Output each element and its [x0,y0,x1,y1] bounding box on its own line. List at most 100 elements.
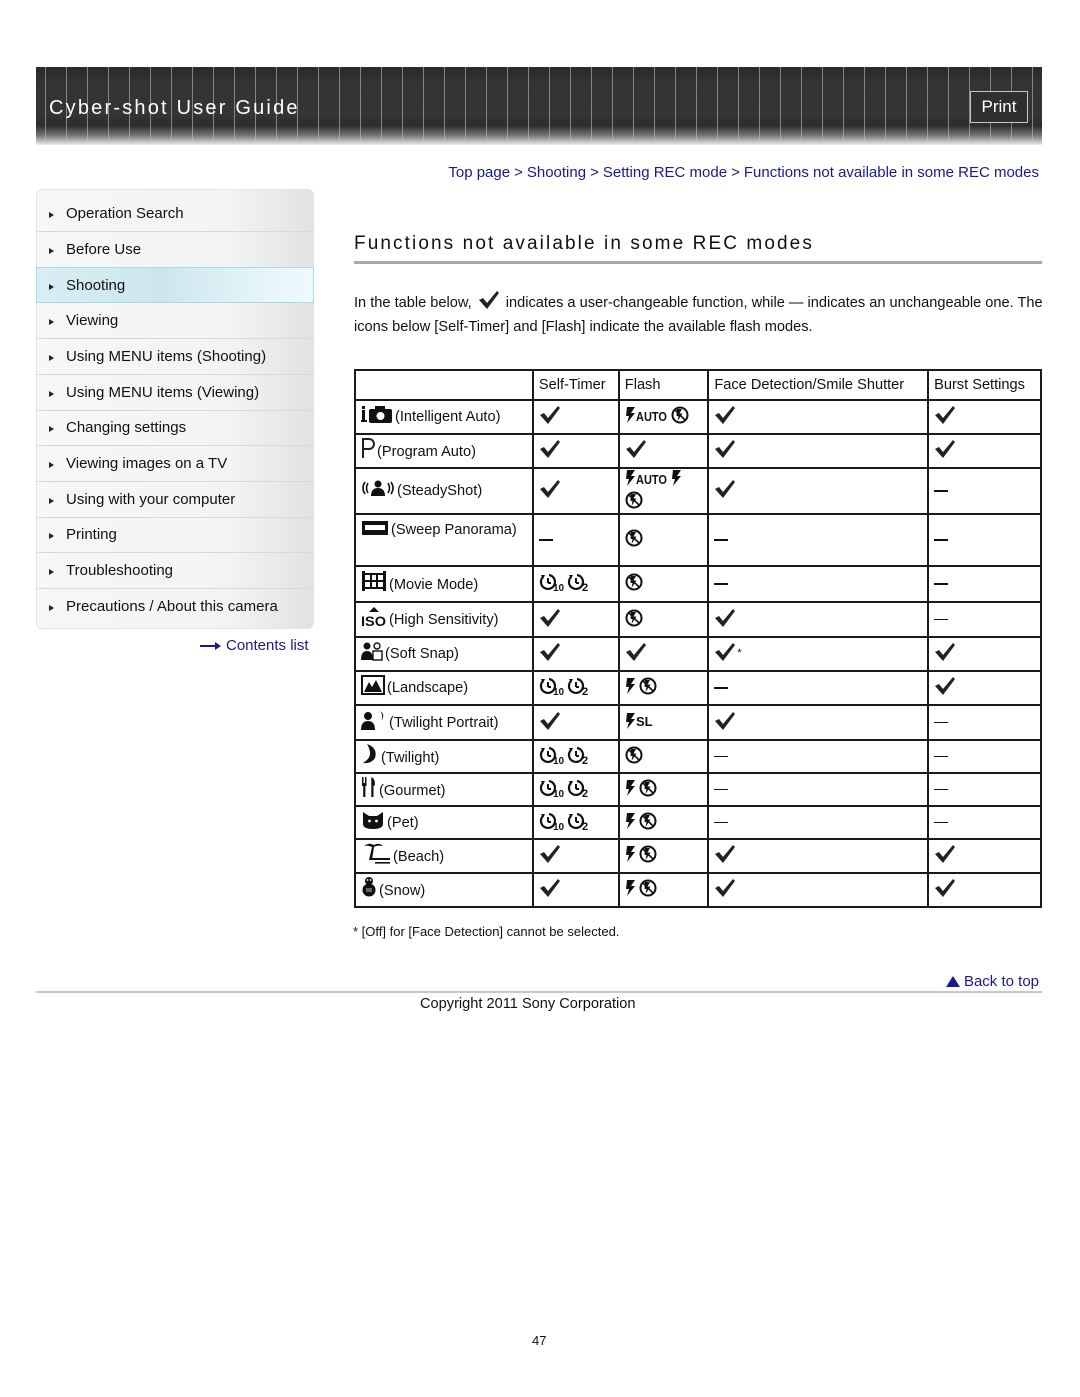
copyright: Copyright 2011 Sony Corporation [420,996,636,1012]
em-dash-unchangeable [934,721,949,724]
em-dash-unchangeable [714,583,729,585]
check-icon [539,642,561,666]
svg-text:AUTO: AUTO [636,472,667,487]
mode-cell: (Snow) [354,872,534,908]
sidebar-item-troubleshooting[interactable]: Troubleshooting [37,553,314,589]
svg-text:2: 2 [582,788,588,798]
breadcrumb: Top page > Shooting > Setting REC mode > Funct… [448,164,1039,181]
back-to-top-link[interactable]: Back to top [945,973,1039,990]
em-dash-unchangeable [714,821,729,824]
em-dash-unchangeable [714,687,729,689]
self-timer-cell: 10 2 [531,670,620,706]
svg-text:2: 2 [582,582,588,592]
sidebar-item-before-use[interactable]: Before Use [37,232,314,268]
face-detection-cell [707,399,930,435]
mode-cell: (Landscape) [354,670,534,706]
breadcrumb-shooting[interactable]: Shooting [527,164,586,181]
header-burst-settings: Burst Settings [927,369,1042,401]
sidebar-item-operation-search[interactable]: Operation Search [37,196,314,232]
sidebar-item-using-with-your-computer[interactable]: Using with your computer [37,482,314,518]
burst-settings-cell [927,433,1042,469]
timer-10-icon: 10 [539,811,565,835]
timer-10-icon: 10 [539,572,565,596]
flash-cell [617,670,710,706]
svg-text:AUTO: AUTO [636,409,667,424]
table-row: (Beach) [354,838,1042,874]
sidebar-item-viewing[interactable]: Viewing [37,303,314,340]
sidebar-item-using-menu-items-viewing[interactable]: Using MENU items (Viewing) [37,375,314,411]
self-timer-cell [531,467,620,515]
face-detection-cell [707,565,930,603]
svg-text:10: 10 [553,789,565,798]
sidebar-item-viewing-images-on-a-tv[interactable]: Viewing images on a TV [37,446,314,482]
face-detection-cell [707,513,930,567]
table-row: (Landscape) 10 2 [354,670,1042,706]
timer-2-icon: 2 [567,676,593,700]
flash-off-icon [671,406,689,428]
sidebar-nav: Operation Search Before Use Shooting Viewin… [36,189,314,629]
timer-2-icon: 2 [567,811,593,835]
triangle-right-icon [49,605,54,612]
header-self-timer: Self-Timer [531,369,620,401]
triangle-right-icon [49,533,54,540]
title-divider [354,261,1042,264]
self-timer-cell: 10 2 [531,565,620,603]
em-dash-unchangeable [934,539,949,541]
mode-cell: (Soft Snap) [354,636,534,672]
sidebar-item-shooting[interactable]: Shooting [36,267,314,304]
print-button[interactable]: Print [970,91,1028,123]
em-dash-unchangeable [714,788,729,791]
high-sensitivity-icon: ISO [361,606,387,633]
breadcrumb-setting-rec-mode[interactable]: Setting REC mode [603,164,727,181]
check-icon [934,642,956,666]
burst-settings-cell [927,739,1042,774]
mode-label: (High Sensitivity) [389,611,499,628]
header-face-detection: Face Detection/Smile Shutter [707,369,930,401]
table-row: ISO (High Sensitivity) [354,601,1042,638]
contents-list-link[interactable]: Contents list [200,637,309,654]
flash-off-icon [639,779,657,801]
breadcrumb-current-page[interactable]: Functions not available in some REC mode… [744,164,1039,181]
check-icon [539,711,561,735]
table-row: (Twilight Portrait) SL [354,704,1042,741]
sidebar-item-using-menu-items-shooting[interactable]: Using MENU items (Shooting) [37,339,314,375]
breadcrumb-top-page[interactable]: Top page [448,164,510,181]
sidebar-item-label: Using MENU items (Viewing) [66,383,260,401]
self-timer-cell [531,838,620,874]
sweep-panorama-icon [361,519,389,543]
check-icon [714,878,736,902]
check-icon [539,878,561,902]
triangle-right-icon [49,390,54,397]
check-icon [539,405,561,429]
sidebar-item-precautions-about-this-camera[interactable]: Precautions / About this camera [37,589,314,625]
table-row: (Pet) 10 2 [354,805,1042,840]
program-auto-icon [361,437,375,465]
flash-cell [617,636,710,672]
flash-cell [617,805,710,840]
sidebar-item-printing[interactable]: Printing [37,517,314,554]
flash-cell [617,772,710,807]
mode-label: (Pet) [387,814,419,831]
self-timer-cell [531,704,620,741]
timer-2-icon: 2 [567,745,593,769]
page-title: Functions not available in some REC mode… [354,233,814,254]
em-dash-unchangeable [934,490,949,492]
check-icon [714,844,736,868]
flash-off-icon [625,529,643,551]
flash-off-icon [639,879,657,901]
flash-auto-icon: AUTO [625,406,669,428]
table-row: (Gourmet) 10 2 [354,772,1042,807]
sidebar-item-label: Shooting [66,276,126,294]
self-timer-cell: 10 2 [531,805,620,840]
breadcrumb-separator: > [514,164,523,181]
landscape-icon [361,675,385,701]
svg-text:10: 10 [553,822,565,831]
flash-on-icon [625,779,637,801]
burst-settings-cell [927,670,1042,706]
sidebar-item-changing-settings[interactable]: Changing settings [37,410,314,447]
flash-off-icon [625,491,643,513]
table-row: (Sweep Panorama) [354,513,1042,567]
flash-off-icon [639,845,657,867]
triangle-right-icon [49,212,54,218]
table-row: (Program Auto) [354,433,1042,469]
